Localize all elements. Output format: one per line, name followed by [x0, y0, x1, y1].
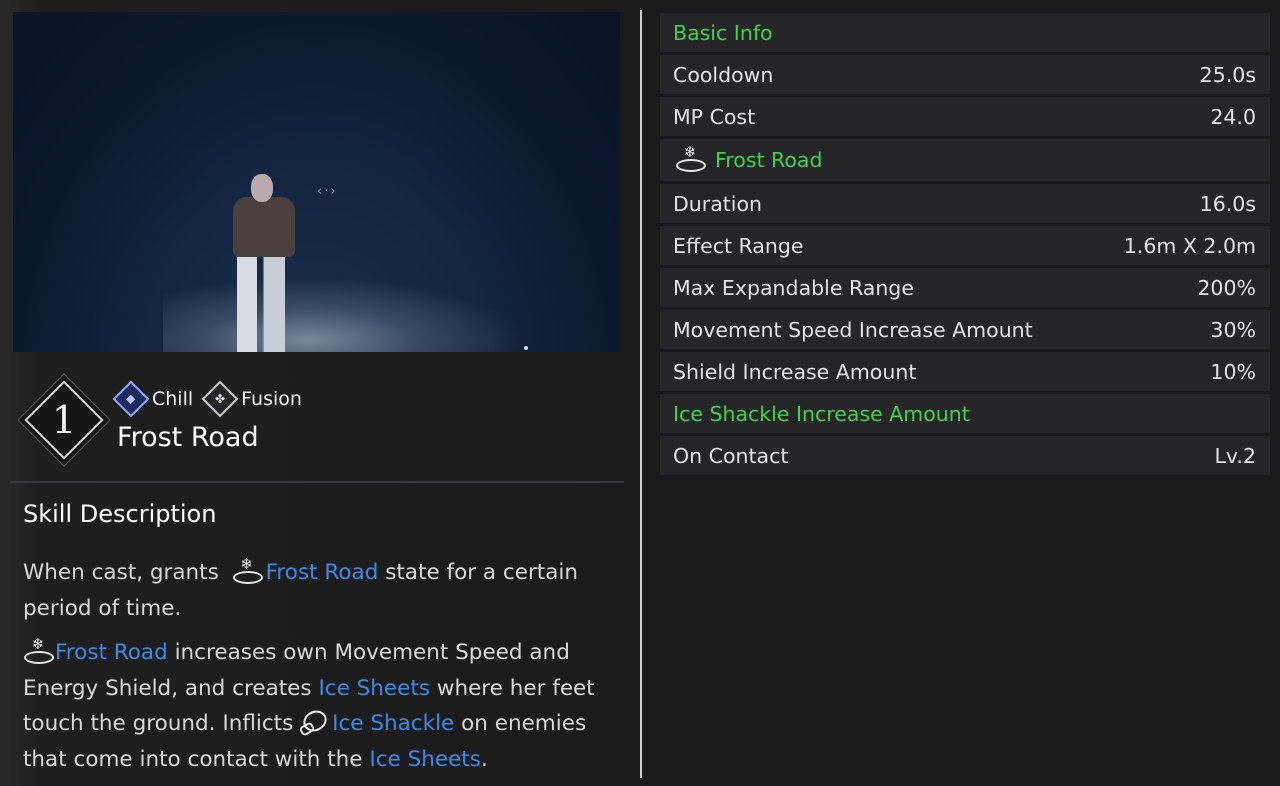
skill-tags: ◆ Chill ✤ Fusion — [112, 380, 302, 418]
skill-header: 1 ◆ Chill ✤ Fusion Frost Road — [22, 380, 622, 464]
preview-ice-fog — [163, 277, 523, 352]
desc-text: . — [480, 746, 488, 772]
section-ice-shackle: Ice Shackle Increase Amount — [660, 394, 1270, 433]
preview-move-hint: ‹·› — [317, 184, 338, 199]
stat-value: Lv.2 — [1214, 443, 1256, 468]
tag-fusion-label: Fusion — [241, 388, 302, 410]
stat-row-max-expandable-range: Max Expandable Range 200% — [660, 268, 1270, 307]
ice-sheets-link[interactable]: Ice Sheets — [318, 676, 430, 701]
frost-road-icon: ❄ — [232, 556, 263, 584]
section-frost-road-title: Frost Road — [715, 148, 823, 172]
stat-value: 25.0s — [1199, 62, 1256, 87]
tag-chill: ◆ Chill — [112, 380, 194, 418]
tag-chill-label: Chill — [152, 388, 194, 410]
skill-detail-page: ‹·› 1 ◆ Chill ✤ Fusion Frost Road Skill … — [0, 0, 1280, 786]
stat-row-shield-increase: Shield Increase Amount 10% — [660, 352, 1270, 391]
stat-row-on-contact: On Contact Lv.2 — [660, 436, 1270, 475]
frost-road-link[interactable]: Frost Road — [55, 640, 168, 665]
stat-row-movement-speed: Movement Speed Increase Amount 30% — [660, 310, 1270, 349]
stat-row-effect-range: Effect Range 1.6m X 2.0m — [660, 226, 1270, 265]
desc-text: When cast, grants — [23, 560, 226, 585]
stats-panel: Basic Info Cooldown 25.0s MP Cost 24.0 ❄… — [660, 13, 1270, 478]
description-heading: Skill Description — [23, 500, 217, 528]
stat-value: 200% — [1197, 275, 1256, 300]
section-basic-info: Basic Info — [660, 13, 1270, 52]
stat-row-duration: Duration 16.0s — [660, 184, 1270, 223]
frost-road-icon: ❄ — [675, 144, 709, 176]
stat-row-mp-cost: MP Cost 24.0 — [660, 97, 1270, 136]
panel-divider — [640, 10, 642, 778]
skill-left-panel: ‹·› 1 ◆ Chill ✤ Fusion Frost Road Skill … — [0, 0, 636, 786]
stat-label: Duration — [673, 191, 763, 216]
stat-value: 16.0s — [1199, 191, 1256, 216]
section-ice-shackle-title: Ice Shackle Increase Amount — [673, 401, 970, 426]
description-paragraph-2: ❄ Frost Road increases own Movement Speed… — [23, 635, 613, 777]
skill-description: When cast, grants ❄ Frost Road state for … — [23, 555, 613, 786]
stat-label: MP Cost — [673, 104, 756, 129]
skill-slot-number: 1 — [51, 398, 77, 442]
stat-value: 24.0 — [1210, 104, 1256, 129]
section-frost-road: ❄ Frost Road — [660, 139, 1270, 181]
frost-road-link[interactable]: Frost Road — [266, 560, 379, 585]
skill-title: Frost Road — [117, 422, 259, 453]
stat-label: Max Expandable Range — [673, 275, 914, 300]
tag-fusion: ✤ Fusion — [201, 380, 302, 418]
preview-character-body — [233, 197, 295, 257]
preview-character-head — [251, 174, 273, 202]
preview-spark — [524, 346, 528, 350]
fusion-diamond-icon: ✤ — [201, 380, 239, 418]
skill-preview-video[interactable]: ‹·› — [13, 12, 620, 352]
description-paragraph-1: When cast, grants ❄ Frost Road state for … — [23, 555, 613, 626]
stat-label: Cooldown — [673, 62, 774, 87]
ice-shackle-icon — [298, 706, 331, 737]
stat-label: Shield Increase Amount — [673, 359, 917, 384]
stat-value: 10% — [1210, 359, 1256, 384]
stat-label: Movement Speed Increase Amount — [673, 317, 1033, 342]
stat-label: Effect Range — [673, 233, 804, 258]
stat-label: On Contact — [673, 443, 789, 468]
stat-value: 1.6m X 2.0m — [1123, 233, 1256, 258]
ice-shackle-link[interactable]: Ice Shackle — [332, 711, 454, 736]
section-frost-road-label: ❄ Frost Road — [673, 144, 823, 176]
preview-character-legs — [237, 252, 285, 352]
stat-row-cooldown: Cooldown 25.0s — [660, 55, 1270, 94]
frost-road-icon: ❄ — [23, 636, 54, 664]
stat-value: 30% — [1210, 317, 1256, 342]
section-basic-info-title: Basic Info — [673, 20, 773, 45]
chill-diamond-icon: ◆ — [112, 380, 150, 418]
section-divider — [10, 481, 624, 483]
ice-sheets-link[interactable]: Ice Sheets — [369, 747, 481, 772]
